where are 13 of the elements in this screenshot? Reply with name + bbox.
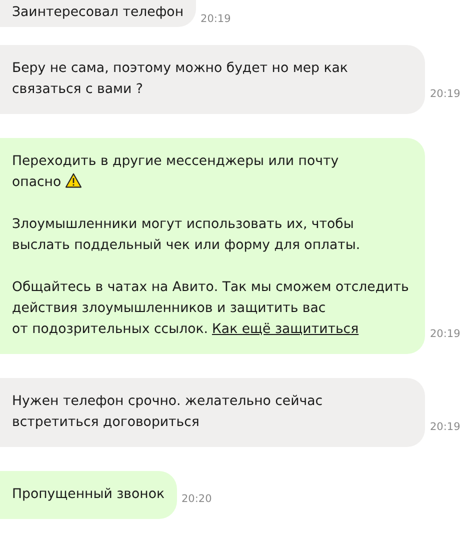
message-text: Заинтересовал телефон [12, 4, 184, 22]
message-time: 20:20 [182, 493, 212, 507]
message-text: Общайтесь в чатах на Авито. Так мы сможем отследить действия злоумышленников и защитить вас от подозрительных ссылок. Как ещё защититься [12, 279, 410, 339]
message-text: Беру не сама, поэтому можно будет но мер как связаться с вами ? [12, 60, 349, 99]
message-text: Нужен телефон срочно. желательно сейчас встретиться договориться [12, 393, 324, 432]
message-time: 20:19 [430, 421, 460, 435]
message-time: 20:19 [200, 13, 231, 27]
message-text: Пропущенный звонок [12, 486, 164, 504]
message-text: Злоумышленники могут использовать их, чтобы выслать поддельный чек или форму для оплаты. [12, 216, 362, 255]
protection-link[interactable]: Как ещё защититься [212, 322, 359, 337]
message-text: Переходить в другие мессенджеры или почту опасно [12, 153, 340, 192]
message-time: 20:19 [430, 88, 460, 102]
message-time: 20:19 [430, 328, 460, 342]
